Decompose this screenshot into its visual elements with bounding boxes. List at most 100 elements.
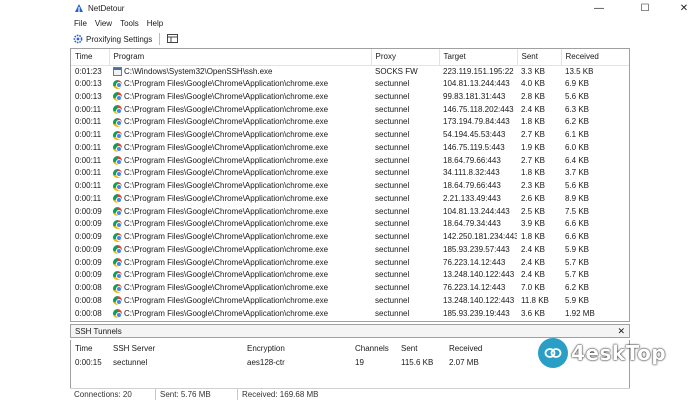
connection-row[interactable]: 0:00:11 C:\Program Files\Google\Chrome\Ap… — [71, 142, 629, 155]
ssh-tunnels-close-icon[interactable]: ✕ — [617, 326, 625, 337]
col-program[interactable]: Program — [109, 49, 372, 66]
program-cell: C:\Windows\System32\OpenSSH\ssh.exe — [113, 66, 371, 78]
program-cell: C:\Program Files\Google\Chrome\Applicati… — [113, 206, 371, 218]
conn-received: 6.6 KB — [565, 219, 590, 229]
connection-row[interactable]: 0:00:11 C:\Program Files\Google\Chrome\Ap… — [71, 129, 629, 142]
conn-program: C:\Program Files\Google\Chrome\Applicati… — [109, 129, 371, 142]
conn-target: 173.194.79.84:443 — [443, 117, 510, 127]
connection-row[interactable]: 0:00:08 C:\Program Files\Google\Chrome\Ap… — [71, 282, 629, 295]
connection-row[interactable]: 0:00:11 C:\Program Files\Google\Chrome\Ap… — [71, 167, 629, 180]
col-sent[interactable]: Sent — [517, 49, 562, 66]
ssh-col-sent[interactable]: Sent — [397, 340, 445, 356]
conn-received: 5.6 KB — [565, 181, 590, 191]
status-connections: Connections: 20 — [70, 388, 156, 400]
conn-time: 0:00:13 — [75, 91, 102, 101]
program-path: C:\Program Files\Google\Chrome\Applicati… — [124, 104, 329, 114]
chrome-icon — [113, 143, 122, 153]
conn-time: 0:00:11 — [75, 104, 102, 114]
connection-row[interactable]: 0:01:23 C:\Windows\System32\OpenSSH\ssh.e… — [71, 65, 629, 78]
program-path: C:\Program Files\Google\Chrome\Applicati… — [124, 130, 329, 140]
program-cell: C:\Program Files\Google\Chrome\Applicati… — [113, 269, 371, 281]
conn-target: 223.119.151.195:22 — [443, 66, 514, 76]
conn-sent: 2.4 KB — [521, 257, 546, 267]
chrome-icon — [113, 232, 122, 242]
conn-received: 5.9 KB — [565, 295, 590, 305]
col-received[interactable]: Received — [561, 49, 629, 66]
menu-tools[interactable]: Tools — [116, 19, 143, 28]
menu-file[interactable]: File — [70, 19, 91, 28]
conn-target: 2.21.133.49:443 — [443, 193, 501, 203]
connection-row[interactable]: 0:00:11 C:\Program Files\Google\Chrome\Ap… — [71, 154, 629, 167]
window-title: NetDetour — [88, 3, 125, 13]
chrome-icon — [113, 296, 122, 306]
connection-row[interactable]: 0:00:08 C:\Program Files\Google\Chrome\Ap… — [71, 307, 629, 320]
connection-row[interactable]: 0:00:09 C:\Program Files\Google\Chrome\Ap… — [71, 231, 629, 244]
conn-sent: 2.8 KB — [521, 91, 546, 101]
connection-row[interactable]: 0:00:09 C:\Program Files\Google\Chrome\Ap… — [71, 244, 629, 257]
minimize-button[interactable]: — — [576, 0, 622, 16]
program-cell: C:\Program Files\Google\Chrome\Applicati… — [113, 218, 371, 230]
menu-help[interactable]: Help — [143, 19, 167, 28]
maximize-button[interactable]: ☐ — [622, 0, 668, 16]
program-cell: C:\Program Files\Google\Chrome\Applicati… — [113, 180, 371, 192]
conn-program: C:\Program Files\Google\Chrome\Applicati… — [109, 307, 371, 320]
conn-received: 5.9 KB — [565, 244, 590, 254]
close-button[interactable]: ✕ — [668, 0, 700, 16]
ssh-col-server[interactable]: SSH Server — [109, 340, 243, 356]
conn-sent: 2.3 KB — [521, 181, 546, 191]
columns-view-button[interactable] — [164, 32, 181, 46]
conn-sent: 1.8 KB — [521, 232, 546, 242]
conn-received: 6.2 KB — [565, 283, 590, 293]
program-cell: C:\Program Files\Google\Chrome\Applicati… — [113, 231, 371, 243]
col-target[interactable]: Target — [439, 49, 518, 66]
connection-row[interactable]: 0:00:11 C:\Program Files\Google\Chrome\Ap… — [71, 116, 629, 129]
ssh-col-time[interactable]: Time — [71, 340, 109, 356]
conn-time: 0:00:09 — [75, 244, 102, 254]
program-path: C:\Program Files\Google\Chrome\Applicati… — [124, 270, 329, 280]
connection-row[interactable]: 0:00:09 C:\Program Files\Google\Chrome\Ap… — [71, 256, 629, 269]
connection-row[interactable]: 0:00:09 C:\Program Files\Google\Chrome\Ap… — [71, 205, 629, 218]
conn-received: 6.1 KB — [565, 130, 590, 140]
connection-row[interactable]: 0:00:11 C:\Program Files\Google\Chrome\Ap… — [71, 180, 629, 193]
gear-icon — [73, 34, 83, 44]
conn-program: C:\Windows\System32\OpenSSH\ssh.exe — [109, 65, 371, 78]
chrome-icon — [113, 117, 122, 127]
chrome-icon — [113, 181, 122, 191]
connection-row[interactable]: 0:00:11 C:\Program Files\Google\Chrome\Ap… — [71, 193, 629, 206]
chrome-icon — [113, 168, 122, 178]
conn-sent: 2.4 KB — [521, 104, 546, 114]
program-path: C:\Program Files\Google\Chrome\Applicati… — [124, 257, 329, 267]
program-path: C:\Program Files\Google\Chrome\Applicati… — [124, 308, 329, 318]
conn-time: 0:00:11 — [75, 117, 102, 127]
conn-received: 6.3 KB — [565, 104, 590, 114]
ssh-col-channels[interactable]: Channels — [351, 340, 397, 356]
conn-target: 146.75.118.202:443 — [443, 104, 514, 114]
conn-time: 0:00:11 — [75, 168, 102, 178]
conn-proxy: sectunnel — [375, 270, 410, 280]
connection-row[interactable]: 0:00:08 C:\Program Files\Google\Chrome\Ap… — [71, 295, 629, 308]
col-proxy[interactable]: Proxy — [371, 49, 440, 66]
conn-time: 0:00:11 — [75, 142, 102, 152]
conn-target: 185.93.239.57:443 — [443, 244, 510, 254]
program-cell: C:\Program Files\Google\Chrome\Applicati… — [113, 129, 371, 141]
conn-received: 5.7 KB — [565, 270, 590, 280]
conn-target: 18.64.79.34:443 — [443, 219, 501, 229]
connection-row[interactable]: 0:00:13 C:\Program Files\Google\Chrome\Ap… — [71, 78, 629, 91]
columns-icon — [167, 33, 179, 45]
conn-proxy: sectunnel — [375, 193, 410, 203]
ssh-tunnels-panel-header: SSH Tunnels ✕ — [70, 324, 630, 338]
conn-program: C:\Program Files\Google\Chrome\Applicati… — [109, 142, 371, 155]
connection-row[interactable]: 0:00:11 C:\Program Files\Google\Chrome\Ap… — [71, 103, 629, 116]
menu-view[interactable]: View — [91, 19, 116, 28]
conn-program: C:\Program Files\Google\Chrome\Applicati… — [109, 91, 371, 104]
connections-list[interactable]: Time Program Proxy Target Sent Received … — [70, 48, 630, 322]
proxifying-settings-label: Proxifying Settings — [86, 34, 153, 44]
proxifying-settings-button[interactable]: Proxifying Settings — [70, 32, 155, 46]
connection-row[interactable]: 0:00:13 C:\Program Files\Google\Chrome\Ap… — [71, 91, 629, 104]
col-time[interactable]: Time — [71, 49, 110, 66]
connection-row[interactable]: 0:00:09 C:\Program Files\Google\Chrome\Ap… — [71, 218, 629, 231]
conn-program: C:\Program Files\Google\Chrome\Applicati… — [109, 154, 371, 167]
connection-row[interactable]: 0:00:09 C:\Program Files\Google\Chrome\Ap… — [71, 269, 629, 282]
window-controls: — ☐ ✕ — [576, 0, 700, 16]
ssh-col-encryption[interactable]: Encryption — [243, 340, 351, 356]
